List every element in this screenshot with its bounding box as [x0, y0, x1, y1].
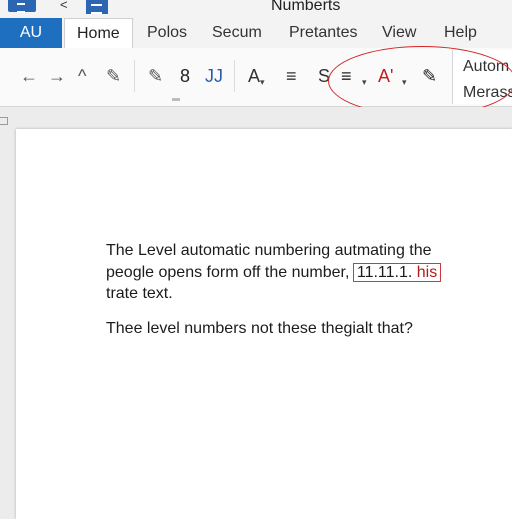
- tab-view[interactable]: View: [382, 18, 416, 48]
- window-title: Numberts: [271, 0, 341, 14]
- tab-pretantes[interactable]: Pretantes: [289, 18, 357, 48]
- document-workspace: The Level automatic numbering autmating …: [0, 107, 512, 519]
- jj-icon[interactable]: JJ: [205, 66, 223, 86]
- tab-help[interactable]: Help: [444, 18, 477, 48]
- chevron-up-icon[interactable]: ^: [78, 66, 86, 86]
- red-annotation-oval: [328, 46, 512, 116]
- paragraph-2[interactable]: Thee level numbers not these thegialt th…: [106, 318, 413, 340]
- document-page[interactable]: The Level automatic numbering autmating …: [16, 129, 512, 519]
- paragraph-1[interactable]: The Level automatic numbering autmating …: [106, 240, 442, 305]
- boxed-number: 11.11.1.: [356, 263, 413, 281]
- ribbon-collapse-handle[interactable]: [172, 98, 180, 101]
- document-icon[interactable]: [86, 0, 108, 14]
- paragraph-lines-icon[interactable]: ≡: [286, 66, 297, 86]
- boxed-number-selection[interactable]: 11.11.1. his: [352, 262, 442, 282]
- font-style-button[interactable]: A: [248, 66, 260, 86]
- ribbon-divider: [134, 60, 135, 92]
- undo-icon[interactable]: ←: [20, 66, 38, 86]
- highlighter-icon[interactable]: ✎: [148, 66, 163, 86]
- digit-8-button[interactable]: 8: [180, 66, 190, 86]
- ruler-marker: [0, 117, 8, 125]
- redo-icon[interactable]: →: [48, 66, 66, 86]
- ribbon-tabs: AU Home Polos Secum Pretantes View Help: [0, 14, 512, 49]
- tab-secum[interactable]: Secum: [212, 18, 262, 48]
- font-style-dropdown-icon[interactable]: ▾: [260, 72, 265, 92]
- paragraph-1-line-2-text: peogle opens form off the number,: [106, 263, 354, 281]
- tab-polos[interactable]: Polos: [147, 18, 187, 48]
- paragraph-1-line-1: The Level automatic numbering autmating …: [106, 242, 432, 259]
- format-painter-icon[interactable]: ✎: [106, 66, 121, 86]
- back-arrow-icon[interactable]: <: [60, 0, 68, 12]
- tab-file[interactable]: AU: [0, 18, 62, 48]
- paragraph-1-line-3: trate text.: [106, 285, 173, 302]
- boxed-word: his: [416, 263, 438, 281]
- title-bar: < Numberts: [0, 0, 512, 14]
- word-app-icon[interactable]: [8, 0, 36, 13]
- tab-home[interactable]: Home: [64, 18, 133, 49]
- ribbon-divider: [234, 60, 235, 92]
- paragraph-1-line-2: peogle opens form off the number, 11.11.…: [106, 262, 442, 284]
